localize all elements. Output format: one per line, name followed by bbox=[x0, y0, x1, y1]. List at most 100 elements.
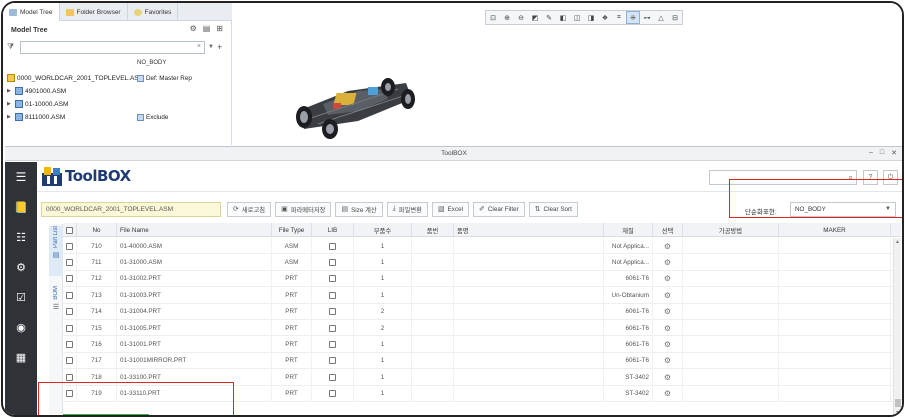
cell-file-name[interactable]: 01-40000.ASM bbox=[117, 238, 272, 255]
chevron-down-icon[interactable]: ▼ bbox=[208, 44, 214, 50]
cell-qty[interactable]: 1 bbox=[354, 238, 412, 255]
close-button[interactable]: ✕ bbox=[891, 149, 897, 157]
cell-select[interactable]: ⚙ bbox=[653, 254, 683, 271]
columns-icon[interactable]: ⊞ bbox=[216, 24, 223, 33]
cell-maker[interactable] bbox=[779, 369, 891, 386]
cell-lib[interactable] bbox=[312, 270, 354, 288]
cell-file-type[interactable]: PRT bbox=[272, 270, 312, 288]
cell-file-name[interactable]: 01-31001MIRROR.PRT bbox=[117, 352, 272, 370]
cell-maker[interactable] bbox=[779, 287, 891, 304]
cell-maker[interactable] bbox=[779, 254, 891, 271]
scroll-thumb[interactable] bbox=[895, 399, 901, 407]
col-part-no[interactable]: 품번 bbox=[412, 223, 454, 237]
section-icon[interactable]: △ bbox=[654, 11, 668, 24]
lib-checkbox[interactable] bbox=[329, 341, 336, 349]
cell-file-name[interactable]: 01-31004.PRT bbox=[117, 303, 272, 320]
repaint-icon[interactable]: ◩ bbox=[528, 11, 542, 24]
size-calc-button[interactable]: ▤ Size 계산 bbox=[335, 201, 383, 217]
cell-process[interactable] bbox=[683, 369, 779, 386]
excel-button[interactable]: ▧ Excel bbox=[431, 201, 469, 217]
tab-folder-browser[interactable]: Folder Browser bbox=[60, 3, 128, 21]
cell-file-type[interactable]: PRT bbox=[272, 287, 312, 304]
cell-part-name[interactable] bbox=[454, 352, 604, 370]
list-icon[interactable]: ☷ bbox=[5, 222, 37, 252]
clear-icon[interactable]: × bbox=[197, 43, 201, 50]
cell-maker[interactable] bbox=[779, 336, 891, 353]
cell-no[interactable]: 714 bbox=[77, 303, 117, 320]
cell-maker[interactable] bbox=[779, 319, 891, 337]
cell-process[interactable] bbox=[683, 254, 779, 271]
cell-lib[interactable] bbox=[312, 336, 354, 353]
gear-icon[interactable]: ⚙ bbox=[664, 242, 671, 251]
assembly-name-field[interactable]: 0000_WORLDCAR_2001_TOPLEVEL.ASM bbox=[41, 201, 221, 217]
gear-icon[interactable]: ⚙ bbox=[664, 340, 671, 349]
tab-part-list[interactable]: Part List ▤ bbox=[49, 226, 63, 276]
cell-select[interactable]: ⚙ bbox=[653, 352, 683, 370]
row-checkbox[interactable] bbox=[66, 242, 73, 250]
cell-select[interactable]: ⚙ bbox=[653, 336, 683, 353]
saved-views-icon[interactable]: ◫ bbox=[570, 11, 584, 24]
cell-select[interactable]: ⚙ bbox=[653, 385, 683, 402]
cell-qty[interactable]: 1 bbox=[354, 336, 412, 353]
select-all-checkbox[interactable] bbox=[63, 223, 77, 237]
cell-process[interactable] bbox=[683, 319, 779, 337]
expand-icon[interactable]: ▶ bbox=[7, 88, 13, 94]
cell-no[interactable]: 710 bbox=[77, 238, 117, 255]
show-icon[interactable]: ▤ bbox=[203, 24, 211, 33]
graphics-window[interactable]: ⊡ ⊕ ⊖ ◩ ✎ ◧ ◫ ◨ ❖ ⌗ ⁜ ⊶ △ ⊟ bbox=[233, 3, 902, 145]
tab-favorites[interactable]: Favorites bbox=[128, 3, 179, 21]
gear-icon[interactable]: ⚙ bbox=[664, 258, 671, 267]
calendar-check-icon[interactable]: ☑ bbox=[5, 282, 37, 312]
cell-lib[interactable] bbox=[312, 319, 354, 337]
cell-lib[interactable] bbox=[312, 287, 354, 304]
gear-icon[interactable]: ⚙ bbox=[664, 356, 671, 365]
table-row[interactable]: 714 01-31004.PRT PRT 2 6061-T6 ⚙ bbox=[63, 303, 893, 320]
cell-part-name[interactable] bbox=[454, 336, 604, 353]
clear-sort-button[interactable]: ⇅ Clear Sort bbox=[528, 201, 578, 217]
cell-part-no[interactable] bbox=[412, 336, 454, 353]
cell-qty[interactable]: 1 bbox=[354, 287, 412, 304]
cell-file-name[interactable]: 01-31003.PRT bbox=[117, 287, 272, 304]
cell-qty[interactable]: 1 bbox=[354, 385, 412, 402]
cell-qty[interactable]: 2 bbox=[354, 319, 412, 337]
gear-icon[interactable]: ⚙ bbox=[664, 291, 671, 300]
refit-icon[interactable]: ⊡ bbox=[486, 11, 500, 24]
save-params-button[interactable]: ▣ 파라메터저장 bbox=[275, 201, 332, 217]
row-select-cell[interactable] bbox=[63, 352, 77, 370]
row-checkbox[interactable] bbox=[66, 291, 73, 299]
filter-icon[interactable]: ⧩ bbox=[7, 42, 17, 52]
table-row[interactable]: 712 01-31002.PRT PRT 1 6061-T6 ⚙ bbox=[63, 270, 893, 288]
cell-part-no[interactable] bbox=[412, 352, 454, 370]
cell-process[interactable] bbox=[683, 287, 779, 304]
cell-process[interactable] bbox=[683, 352, 779, 370]
cell-part-name[interactable] bbox=[454, 303, 604, 320]
row-select-cell[interactable] bbox=[63, 287, 77, 304]
cell-qty[interactable]: 1 bbox=[354, 254, 412, 271]
row-checkbox[interactable] bbox=[66, 357, 73, 365]
cell-maker[interactable] bbox=[779, 270, 891, 288]
tree-row[interactable]: ▶ 01-10000.ASM bbox=[7, 98, 68, 110]
col-no[interactable]: No bbox=[77, 223, 117, 237]
row-checkbox[interactable] bbox=[66, 259, 73, 267]
view-manager-icon[interactable]: ◧ bbox=[556, 11, 570, 24]
spin-center-icon[interactable]: ⁜ bbox=[626, 11, 640, 24]
cell-no[interactable]: 711 bbox=[77, 254, 117, 271]
cell-material[interactable]: ST-3402 bbox=[604, 385, 653, 402]
cell-material[interactable]: Not Applica... bbox=[604, 238, 653, 255]
gear-icon[interactable]: ⚙ bbox=[664, 389, 671, 398]
refresh-button[interactable]: ⟳ 새로고침 bbox=[227, 201, 272, 217]
lib-checkbox[interactable] bbox=[329, 275, 336, 283]
menu-icon[interactable]: ☰ bbox=[5, 162, 37, 192]
row-select-cell[interactable] bbox=[63, 238, 77, 255]
cell-material[interactable]: Not Applica... bbox=[604, 254, 653, 271]
expand-icon[interactable]: ▶ bbox=[7, 114, 13, 120]
camera-icon[interactable]: ◉ bbox=[5, 312, 37, 342]
cell-part-name[interactable] bbox=[454, 254, 604, 271]
datum-display-icon[interactable]: ⌗ bbox=[612, 11, 626, 24]
row-checkbox[interactable] bbox=[66, 308, 73, 316]
cell-part-no[interactable] bbox=[412, 369, 454, 386]
maximize-button[interactable]: □ bbox=[880, 149, 884, 157]
col-maker[interactable]: MAKER bbox=[779, 223, 891, 237]
clear-filter-button[interactable]: ✐ Clear Filter bbox=[473, 201, 525, 217]
book-icon[interactable]: 📒 bbox=[5, 192, 37, 222]
